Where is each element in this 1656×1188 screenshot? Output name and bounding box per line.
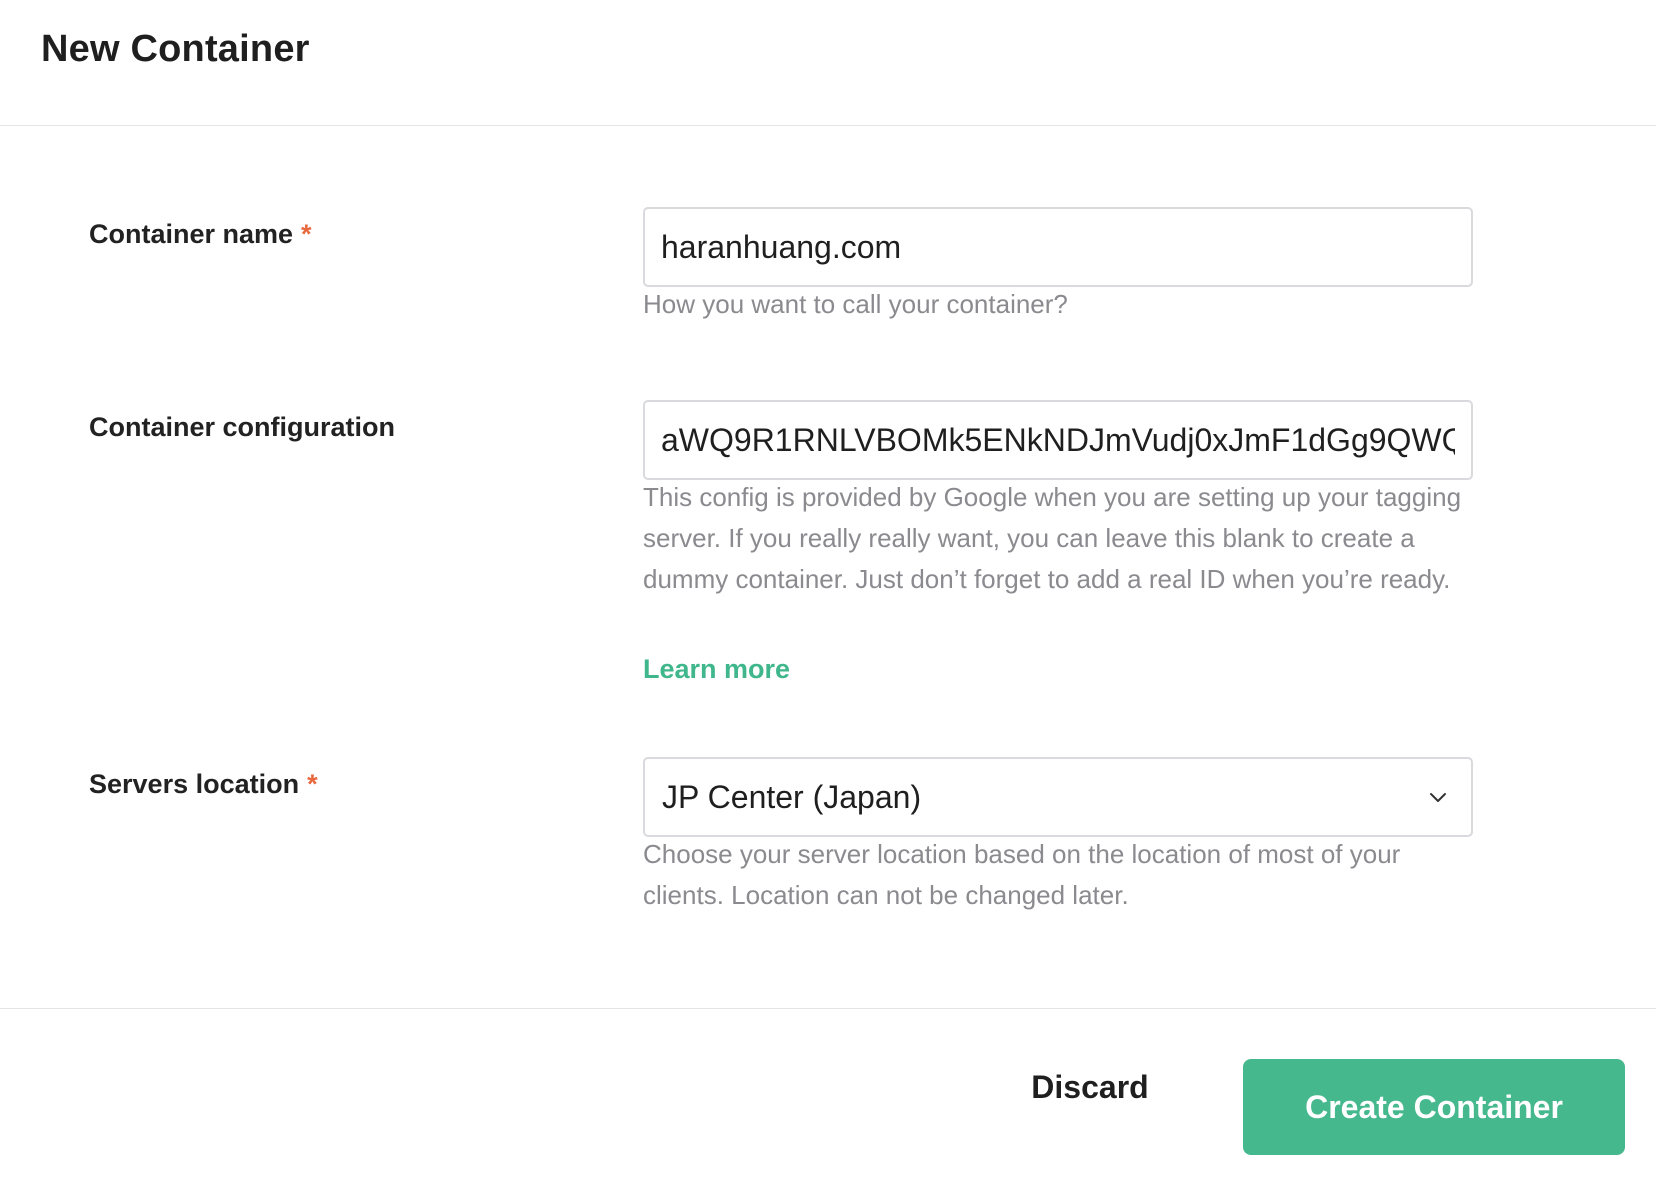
servers-location-selected-value: JP Center (Japan) bbox=[662, 779, 922, 815]
servers-location-select[interactable]: JP Center (Japan) bbox=[643, 757, 1473, 837]
discard-button[interactable]: Discard bbox=[1010, 1057, 1170, 1117]
container-configuration-input[interactable] bbox=[645, 402, 1471, 478]
container-configuration-label: Container configuration bbox=[89, 412, 395, 442]
dialog-title: New Container bbox=[41, 28, 310, 70]
container-configuration-help: This config is provided by Google when y… bbox=[643, 482, 1462, 594]
learn-more-link[interactable]: Learn more bbox=[643, 654, 790, 685]
container-name-label: Container name * bbox=[89, 219, 312, 250]
required-asterisk: * bbox=[307, 769, 318, 799]
form-body: Container name* How you want to call you… bbox=[0, 127, 1656, 1009]
container-name-label-text: Container name bbox=[89, 219, 294, 249]
container-name-help: How you want to call your container? bbox=[643, 289, 1068, 319]
container-name-field[interactable] bbox=[643, 207, 1473, 287]
container-configuration-field[interactable] bbox=[643, 400, 1473, 480]
dialog-footer: Discard Create Container bbox=[0, 1008, 1656, 1188]
servers-location-help: Choose your server location based on the… bbox=[643, 839, 1401, 910]
servers-location-label: Servers location * bbox=[89, 769, 318, 800]
new-container-dialog: New Container Container name* How you wa… bbox=[0, 0, 1656, 1188]
chevron-down-icon bbox=[1427, 786, 1449, 808]
dialog-header: New Container bbox=[0, 0, 1656, 126]
container-name-input[interactable] bbox=[645, 209, 1471, 285]
create-container-button[interactable]: Create Container bbox=[1243, 1059, 1625, 1155]
servers-location-label-text: Servers location bbox=[89, 769, 300, 799]
required-asterisk: * bbox=[301, 219, 312, 249]
